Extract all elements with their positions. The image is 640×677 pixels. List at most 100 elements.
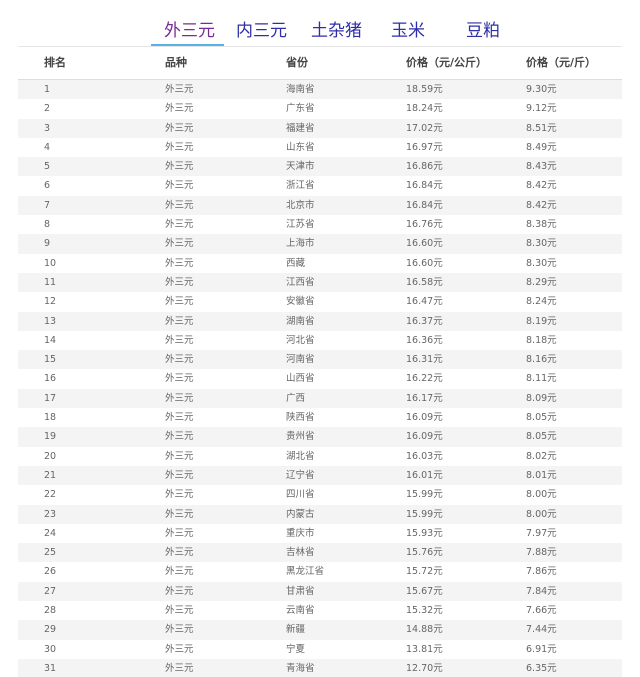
cell-rank: 19 bbox=[44, 431, 57, 443]
tab-tu-za-zhu[interactable]: 土杂猪 bbox=[311, 20, 362, 42]
tab-nei-san-yuan[interactable]: 内三元 bbox=[236, 20, 287, 42]
table-row: 14 外三元 河北省 16.36元 8.18元 bbox=[18, 330, 622, 351]
cell-rank: 12 bbox=[44, 296, 57, 308]
table-row: 19 外三元 贵州省 16.09元 8.05元 bbox=[18, 427, 622, 447]
cell-rank: 23 bbox=[44, 508, 57, 520]
cell-price-per-kg: 16.01元 bbox=[406, 469, 443, 481]
cell-province: 宁夏 bbox=[286, 643, 306, 655]
cell-price-per-jin: 8.43元 bbox=[526, 161, 557, 173]
cell-variety: 外三元 bbox=[165, 122, 194, 134]
cell-rank: 1 bbox=[44, 84, 51, 95]
cell-province: 安徽省 bbox=[286, 296, 315, 308]
table-row: 28 外三元 云南省 15.32元 7.66元 bbox=[18, 601, 622, 621]
cell-rank: 10 bbox=[44, 257, 57, 269]
cell-price-per-jin: 7.84元 bbox=[526, 585, 557, 597]
cell-province: 福建省 bbox=[286, 122, 315, 134]
cell-price-per-jin: 6.91元 bbox=[526, 643, 557, 655]
cell-price-per-kg: 15.99元 bbox=[406, 508, 443, 520]
cell-province: 陕西省 bbox=[286, 412, 315, 424]
cell-price-per-kg: 16.76元 bbox=[406, 219, 443, 231]
table-row: 11 外三元 江西省 16.58元 8.29元 bbox=[18, 272, 622, 293]
cell-price-per-kg: 16.36元 bbox=[406, 334, 443, 346]
cell-province: 天津市 bbox=[286, 161, 315, 173]
cell-variety: 外三元 bbox=[165, 373, 194, 385]
cell-province: 山东省 bbox=[286, 141, 315, 153]
cell-province: 内蒙古 bbox=[286, 508, 315, 520]
cell-province: 上海市 bbox=[286, 238, 315, 250]
cell-province: 贵州省 bbox=[286, 431, 315, 443]
cell-price-per-kg: 16.60元 bbox=[406, 257, 443, 269]
table-row: 16 外三元 山西省 16.22元 8.11元 bbox=[18, 369, 622, 389]
cell-price-per-kg: 15.76元 bbox=[406, 547, 443, 559]
cell-price-per-jin: 8.02元 bbox=[526, 450, 557, 462]
cell-province: 甘肃省 bbox=[286, 585, 315, 597]
tab-dou-po[interactable]: 豆粕 bbox=[466, 20, 500, 42]
cell-rank: 16 bbox=[44, 373, 57, 385]
cell-price-per-kg: 15.93元 bbox=[406, 527, 443, 539]
table-row: 27 外三元 甘肃省 15.67元 7.84元 bbox=[18, 581, 622, 602]
cell-price-per-jin: 8.30元 bbox=[526, 238, 557, 250]
cell-province: 山西省 bbox=[286, 373, 315, 385]
cell-rank: 13 bbox=[44, 315, 57, 327]
cell-rank: 8 bbox=[44, 219, 51, 231]
cell-rank: 22 bbox=[44, 489, 57, 501]
cell-price-per-jin: 8.51元 bbox=[526, 122, 557, 134]
cell-price-per-kg: 18.24元 bbox=[406, 103, 443, 115]
cell-province: 浙江省 bbox=[286, 180, 315, 192]
tab-yu-mi[interactable]: 玉米 bbox=[391, 20, 425, 42]
table-row: 10 外三元 西藏 16.60元 8.30元 bbox=[18, 253, 622, 273]
cell-variety: 外三元 bbox=[165, 624, 194, 636]
price-table: 排名 品种 省份 价格（元/公斤） 价格（元/斤） 1 外三元 海南省 18.59元 9… bbox=[18, 47, 622, 677]
table-row: 30 外三元 宁夏 13.81元 6.91元 bbox=[18, 639, 622, 659]
cell-price-per-kg: 16.97元 bbox=[406, 141, 443, 153]
cell-rank: 18 bbox=[44, 412, 57, 424]
cell-province: 辽宁省 bbox=[286, 469, 315, 481]
table-row: 17 外三元 广西 16.17元 8.09元 bbox=[18, 388, 622, 409]
cell-variety: 外三元 bbox=[165, 238, 194, 250]
cell-price-per-kg: 16.17元 bbox=[406, 392, 443, 404]
cell-province: 北京市 bbox=[286, 199, 315, 211]
header-province: 省份 bbox=[286, 56, 308, 69]
cell-price-per-jin: 8.16元 bbox=[526, 354, 557, 366]
cell-variety: 外三元 bbox=[165, 219, 194, 231]
cell-rank: 9 bbox=[44, 238, 51, 250]
cell-price-per-jin: 7.44元 bbox=[526, 624, 557, 636]
tab-wai-san-yuan[interactable]: 外三元 bbox=[164, 20, 215, 42]
cell-rank: 3 bbox=[44, 122, 51, 134]
cell-price-per-kg: 16.84元 bbox=[406, 199, 443, 211]
table-row: 25 外三元 吉林省 15.76元 7.88元 bbox=[18, 543, 622, 563]
table-header: 排名 品种 省份 价格（元/公斤） 价格（元/斤） bbox=[18, 47, 622, 80]
cell-price-per-jin: 8.30元 bbox=[526, 257, 557, 269]
cell-price-per-jin: 7.66元 bbox=[526, 605, 557, 617]
cell-province: 湖北省 bbox=[286, 450, 315, 462]
cell-variety: 外三元 bbox=[165, 276, 194, 288]
table-row: 8 外三元 江苏省 16.76元 8.38元 bbox=[18, 215, 622, 235]
cell-price-per-jin: 8.24元 bbox=[526, 296, 557, 308]
cell-price-per-kg: 16.84元 bbox=[406, 180, 443, 192]
cell-price-per-kg: 16.03元 bbox=[406, 450, 443, 462]
cell-variety: 外三元 bbox=[165, 199, 194, 211]
cell-price-per-kg: 16.37元 bbox=[406, 315, 443, 327]
table-row: 6 外三元 浙江省 16.84元 8.42元 bbox=[18, 176, 622, 196]
cell-price-per-jin: 8.49元 bbox=[526, 141, 557, 153]
cell-price-per-kg: 12.70元 bbox=[406, 662, 443, 674]
cell-price-per-jin: 8.00元 bbox=[526, 508, 557, 520]
cell-variety: 外三元 bbox=[165, 489, 194, 501]
category-tabs: 外三元 内三元 土杂猪 玉米 豆粕 bbox=[0, 0, 640, 47]
table-row: 2 外三元 广东省 18.24元 9.12元 bbox=[18, 99, 622, 119]
cell-price-per-jin: 8.42元 bbox=[526, 180, 557, 192]
cell-province: 广东省 bbox=[286, 103, 315, 115]
cell-rank: 27 bbox=[44, 585, 57, 597]
cell-variety: 外三元 bbox=[165, 412, 194, 424]
cell-price-per-jin: 8.19元 bbox=[526, 315, 557, 327]
cell-price-per-jin: 7.97元 bbox=[526, 527, 557, 539]
cell-variety: 外三元 bbox=[165, 469, 194, 481]
table-row: 26 外三元 黑龙江省 15.72元 7.86元 bbox=[18, 562, 622, 582]
cell-province: 海南省 bbox=[286, 84, 315, 95]
table-row: 15 外三元 河南省 16.31元 8.16元 bbox=[18, 350, 622, 370]
cell-price-per-jin: 8.29元 bbox=[526, 276, 557, 288]
header-variety: 品种 bbox=[165, 56, 187, 69]
cell-rank: 31 bbox=[44, 662, 57, 674]
cell-rank: 29 bbox=[44, 624, 57, 636]
cell-province: 云南省 bbox=[286, 605, 315, 617]
